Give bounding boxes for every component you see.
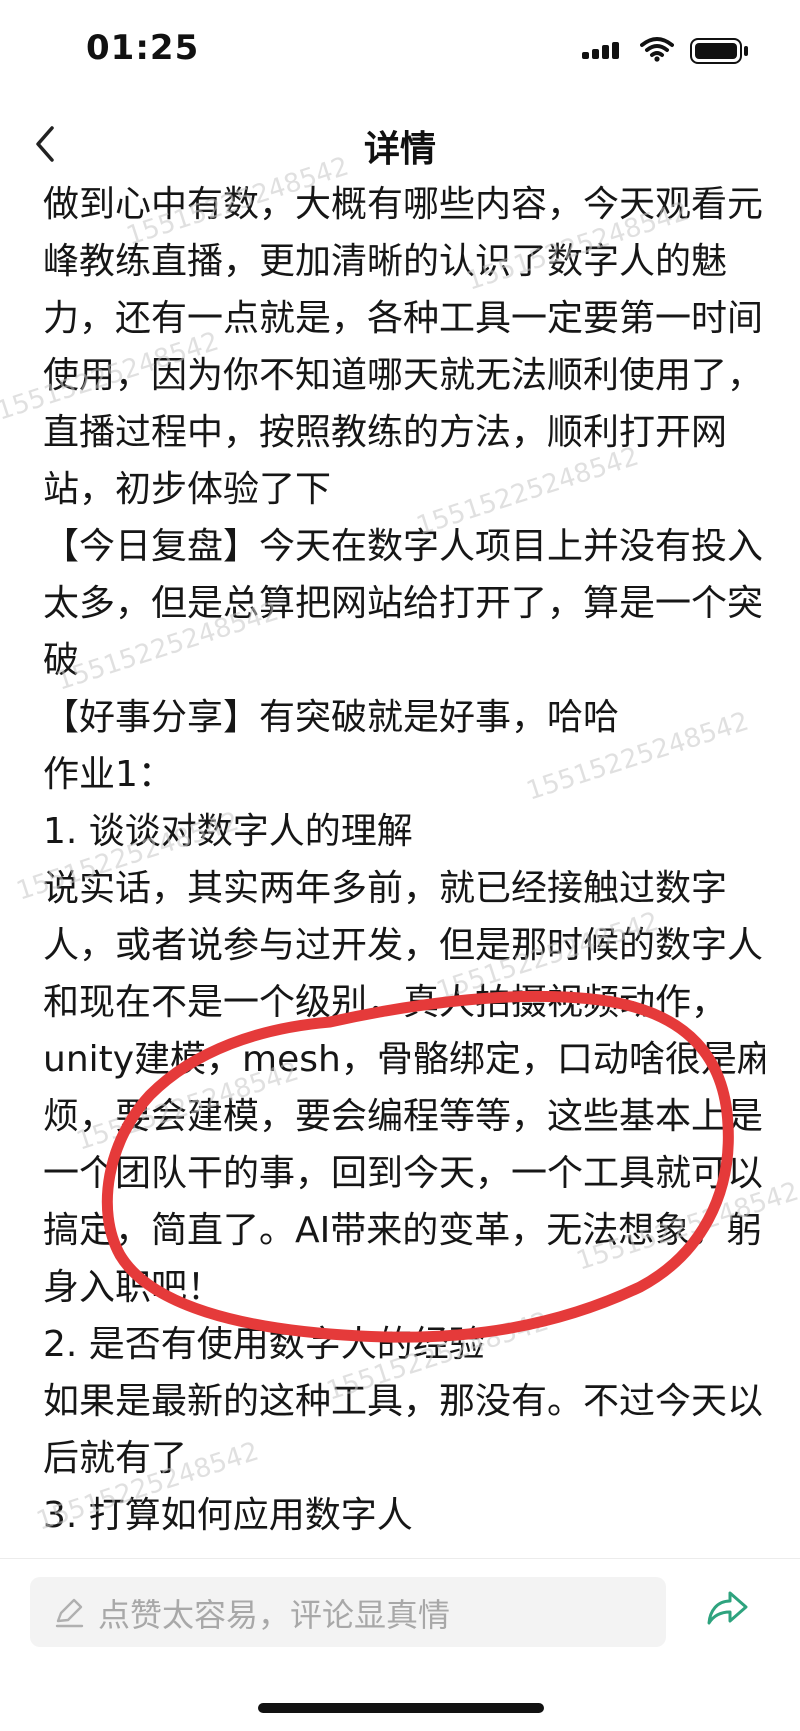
nav-bar: 详情 bbox=[0, 110, 800, 176]
article-line: 后就有了 bbox=[43, 1438, 188, 1479]
article-line: 1. 谈谈对数字人的理解 bbox=[43, 811, 413, 852]
pen-icon bbox=[55, 1598, 84, 1628]
comment-placeholder: 点赞太容易，评论显真情 bbox=[98, 1596, 451, 1634]
article-line: 作业1： bbox=[43, 754, 174, 795]
article-body: 做到心中有数，大概有哪些内容，今天观看元 峰教练直播，更加清晰的认识了数字人的魅… bbox=[43, 176, 765, 1556]
article-line: 2. 是否有使用数字人的经验 bbox=[43, 1324, 485, 1365]
article-line: 身入职吧！ bbox=[43, 1267, 224, 1308]
status-time: 01:25 bbox=[86, 28, 200, 68]
article-line: 一个团队干的事，回到今天，一个工具就可以 bbox=[43, 1153, 764, 1194]
article-line: 搞定，简直了。AI带来的变革，无法想象。躬 bbox=[43, 1210, 763, 1251]
article-line: 峰教练直播，更加清晰的认识了数字人的魅 bbox=[43, 241, 728, 282]
comment-input[interactable]: 点赞太容易，评论显真情 bbox=[30, 1577, 666, 1647]
article-line: 【今日复盘】今天在数字人项目上并没有投入 bbox=[43, 526, 764, 567]
share-icon[interactable] bbox=[704, 1587, 752, 1629]
share-icon-path bbox=[707, 1591, 748, 1625]
article-line: 【好事分享】有突破就是好事，哈哈 bbox=[43, 697, 620, 738]
article-line: 人，或者说参与过开发，但是那时候的数字人 bbox=[43, 925, 764, 966]
article-line: 使用，因为你不知道哪天就无法顺利使用了， bbox=[43, 355, 764, 396]
home-indicator bbox=[258, 1703, 544, 1713]
article-line: 做到心中有数，大概有哪些内容，今天观看元 bbox=[43, 184, 764, 225]
article-line: unity建模，mesh，骨骼绑定，口动啥很是麻 bbox=[43, 1039, 765, 1080]
article-line: 和现在不是一个级别，真人拍摄视频动作， bbox=[43, 982, 728, 1023]
wifi-icon bbox=[640, 37, 674, 62]
article-line: 3. 打算如何应用数字人 bbox=[43, 1495, 413, 1536]
article-line: 力，还有一点就是，各种工具一定要第一时间 bbox=[43, 298, 764, 339]
article-line: 直播过程中，按照教练的方法，顺利打开网 bbox=[43, 412, 728, 453]
article-line: 太多，但是总算把网站给打开了，算是一个突 bbox=[43, 583, 764, 624]
page-title: 详情 bbox=[363, 129, 436, 170]
article-line: 站，初步体验了下 bbox=[43, 469, 332, 510]
article-line: 如果是最新的这种工具，那没有。不过今天以 bbox=[43, 1381, 764, 1422]
battery-icon bbox=[690, 38, 748, 64]
article-line: 破 bbox=[43, 640, 80, 681]
cellular-signal-icon bbox=[582, 42, 619, 59]
status-bar: 01:25 bbox=[0, 0, 800, 110]
article-line: 烦，要会建模，要会编程等等，这些基本上是 bbox=[43, 1096, 764, 1137]
article-line: 说实话，其实两年多前，就已经接触过数字 bbox=[43, 868, 728, 909]
